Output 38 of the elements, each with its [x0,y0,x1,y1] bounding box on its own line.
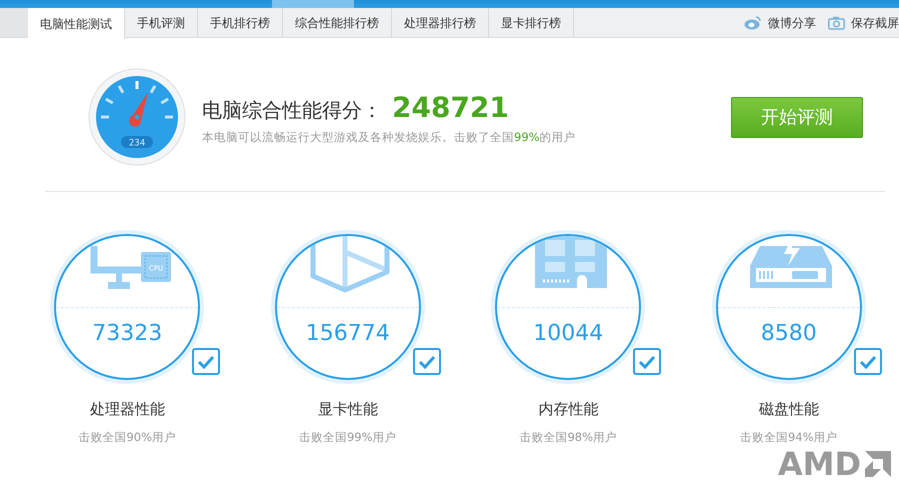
component-label: 处理器性能 [90,399,165,420]
checkbox[interactable] [412,348,440,375]
share-button[interactable]: 微博分享 [732,8,816,37]
camera-icon [828,16,845,30]
score-title: 电脑综合性能得分： [202,97,382,124]
tab[interactable]: 处理器排行榜 [392,8,489,38]
tab[interactable]: 显卡排行榜 [489,8,574,38]
tab[interactable]: 电脑性能测试 [28,8,125,39]
component-label: 显卡性能 [318,399,378,420]
logo-text: AMD [778,448,861,480]
component-note: 击败全国94%用户 [740,428,838,446]
checkbox[interactable] [192,348,220,375]
check-icon [197,354,215,368]
gauge-digits: 234 [128,138,146,148]
component-label: 磁盘性能 [758,399,819,420]
checkbox[interactable] [854,348,882,375]
component-label: 内存性能 [538,399,598,420]
weibo-icon [744,15,762,30]
component-score: 73323 [92,322,162,346]
component-note: 击败全国99%用户 [298,428,397,446]
tab[interactable]: 手机排行榜 [198,8,283,38]
component-score: 10044 [533,322,604,346]
check-icon [858,354,876,368]
share-button[interactable]: 保存截屏 [816,8,899,37]
score-value: 248721 [392,90,509,126]
tab[interactable]: 综合性能排行榜 [283,8,392,38]
speedometer-icon [88,68,186,166]
component-score: 156774 [306,322,390,346]
check-icon [638,354,656,368]
logo-arrow-icon [863,449,893,479]
component-note: 击败全国98%用户 [519,428,618,446]
check-icon [418,354,436,368]
checkbox[interactable] [633,348,661,375]
component-note: 击败全国90%用户 [78,428,176,446]
component-score: 8580 [760,322,817,346]
tab[interactable]: 手机评测 [125,8,198,38]
monitor-chip-icon [90,246,172,289]
score-description: 本电脑可以流畅运行大型游戏及各种发烧娱乐。击败了全国99%的用户 [202,129,576,146]
